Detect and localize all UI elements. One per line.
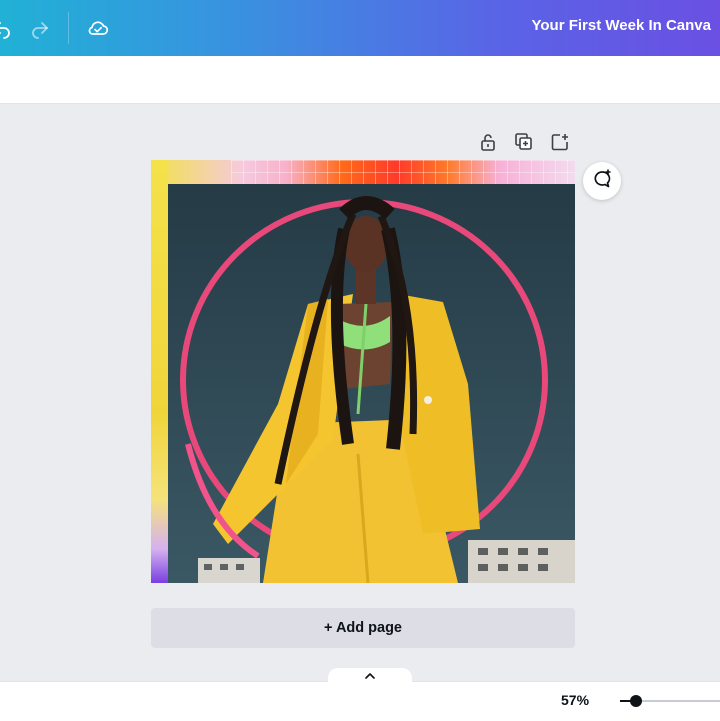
add-comment-button[interactable] — [583, 162, 621, 200]
top-bar: Your First Week In Canva — [0, 0, 720, 56]
add-page-icon[interactable] — [548, 130, 572, 154]
footer-bar — [0, 681, 720, 721]
model-photo[interactable] — [168, 184, 575, 583]
page-tools — [476, 130, 572, 154]
zoom-slider-thumb[interactable] — [630, 695, 642, 707]
chevron-up-icon — [364, 667, 376, 685]
cloud-check-icon[interactable] — [84, 14, 112, 42]
document-title[interactable]: Your First Week In Canva — [532, 17, 712, 34]
design-page[interactable] — [151, 160, 575, 583]
toolbar-divider — [68, 12, 69, 44]
decorative-grid — [231, 160, 575, 184]
editor-toolbar — [0, 56, 720, 104]
add-page-button[interactable]: + Add page — [151, 608, 575, 648]
decorative-left-strip — [151, 160, 168, 583]
duplicate-page-icon[interactable] — [512, 130, 536, 154]
zoom-level[interactable]: 57% — [561, 692, 589, 708]
add-comment-icon — [591, 168, 613, 195]
unlock-icon[interactable] — [476, 130, 500, 154]
collapse-pages-button[interactable] — [328, 668, 412, 684]
redo-icon[interactable] — [26, 14, 54, 42]
undo-icon[interactable] — [0, 14, 16, 42]
